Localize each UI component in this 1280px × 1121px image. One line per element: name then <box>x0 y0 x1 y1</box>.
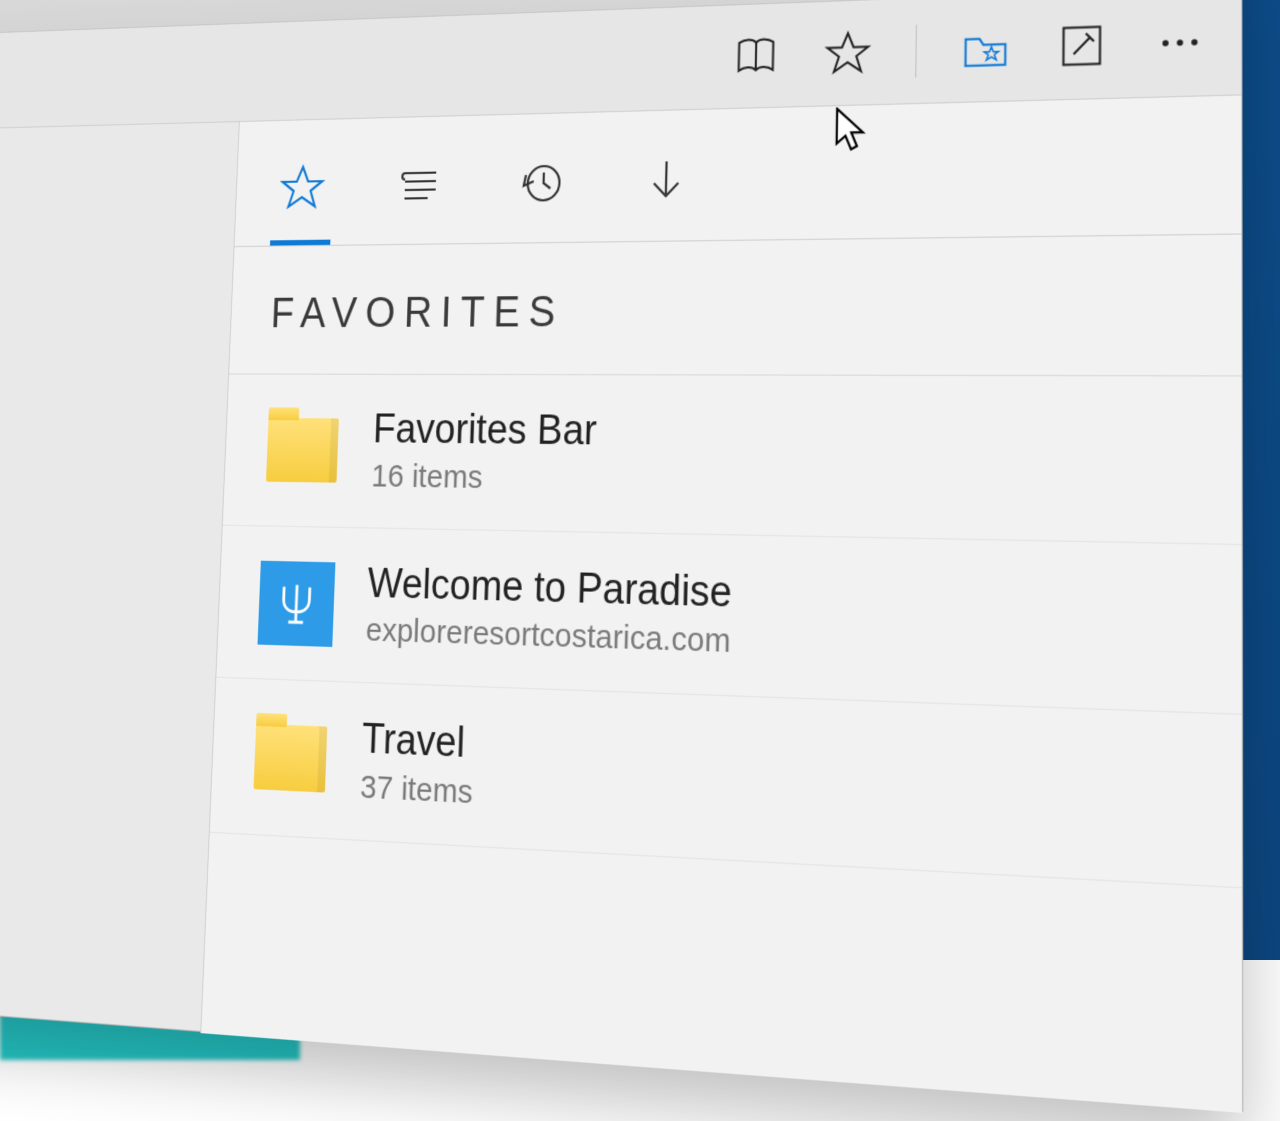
browser-window: FAVORITES Favorites Bar 16 items <box>0 0 1243 1112</box>
item-title: Favorites Bar <box>372 407 597 456</box>
page-content-strip <box>0 122 239 1033</box>
star-outline-icon <box>279 162 326 213</box>
more-button[interactable] <box>1153 14 1207 70</box>
tab-history[interactable] <box>508 129 575 242</box>
trident-icon <box>273 578 319 629</box>
item-subtitle: 37 items <box>360 769 474 812</box>
tab-favorites[interactable] <box>270 135 334 245</box>
folder-icon <box>254 724 328 793</box>
hub-title: FAVORITES <box>229 235 1241 377</box>
note-pencil-icon <box>1057 20 1106 71</box>
web-note-button[interactable] <box>1055 18 1108 73</box>
item-title: Welcome to Paradise <box>367 561 733 619</box>
hub-panel: FAVORITES Favorites Bar 16 items <box>200 95 1242 1112</box>
tab-downloads[interactable] <box>632 126 700 241</box>
book-icon <box>733 31 779 80</box>
history-icon <box>517 157 566 209</box>
folder-icon <box>266 418 339 483</box>
reading-list-icon <box>396 160 444 212</box>
hub-button[interactable] <box>959 21 1012 76</box>
favorites-list: Favorites Bar 16 items <box>201 375 1242 1113</box>
item-subtitle: 16 items <box>371 458 596 498</box>
tab-reading-list[interactable] <box>387 132 453 244</box>
list-item[interactable]: Travel 37 items <box>210 678 1242 888</box>
hub-folder-star-icon <box>961 23 1009 73</box>
add-favorite-button[interactable] <box>822 26 873 80</box>
star-icon <box>824 28 871 78</box>
list-item[interactable]: Favorites Bar 16 items <box>223 375 1242 545</box>
item-subtitle: exploreresortcostarica.com <box>365 612 731 661</box>
ellipsis-icon <box>1155 16 1205 67</box>
item-title: Travel <box>361 716 475 769</box>
reading-view-button[interactable] <box>731 29 782 83</box>
site-favicon <box>258 560 336 646</box>
toolbar-separator <box>915 24 917 77</box>
download-arrow-icon <box>641 154 691 207</box>
hub-tabs <box>234 95 1241 247</box>
